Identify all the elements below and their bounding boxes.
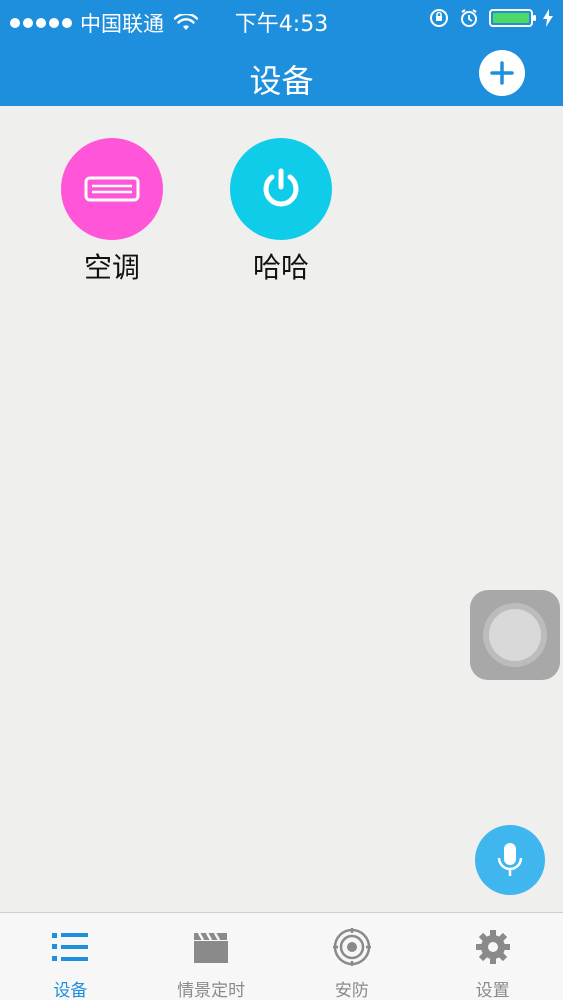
- device-item-power[interactable]: 哈哈: [230, 138, 332, 286]
- battery-icon: [489, 9, 536, 27]
- list-icon: [52, 932, 89, 961]
- tab-label: 情景定时: [177, 981, 246, 1000]
- tab-label: 设备: [53, 981, 88, 1000]
- charging-icon: [543, 9, 553, 27]
- device-icon-circle: [230, 138, 332, 240]
- rotation-lock-icon: [430, 9, 448, 27]
- add-device-button[interactable]: [479, 50, 525, 96]
- microphone-icon: [497, 843, 523, 876]
- header: 中国联通 下午4:53 设备: [0, 0, 563, 106]
- voice-button[interactable]: [475, 825, 545, 895]
- gear-icon: [475, 929, 510, 964]
- status-bar: 中国联通 下午4:53: [0, 0, 563, 40]
- assistive-touch-icon: [489, 609, 541, 661]
- power-icon: [263, 168, 299, 207]
- plus-icon: [490, 61, 514, 85]
- tab-security[interactable]: 安防: [282, 913, 423, 1000]
- device-screen: 中国联通 下午4:53 设备 空调 哈哈 设备 情景定时 安防 设置: [0, 0, 563, 1000]
- clapperboard-icon: [194, 931, 229, 963]
- tab-scene-timer[interactable]: 情景定时: [141, 913, 282, 1000]
- status-right: [429, 8, 553, 28]
- device-icon-circle: [61, 138, 163, 240]
- air-conditioner-icon: [84, 176, 140, 202]
- tab-devices[interactable]: 设备: [0, 913, 141, 1000]
- alarm-icon: [461, 9, 477, 27]
- device-label: 空调: [83, 251, 140, 284]
- tab-label: 设置: [475, 981, 510, 1000]
- page-title: 设备: [249, 62, 314, 100]
- assistive-touch-button[interactable]: [470, 590, 560, 680]
- tab-bar: 设备 情景定时 安防 设置: [0, 912, 563, 1000]
- device-label: 哈哈: [252, 251, 309, 284]
- device-item-air-conditioner[interactable]: 空调: [61, 138, 163, 286]
- security-icon: [332, 927, 371, 966]
- tab-label: 安防: [334, 981, 369, 1000]
- tab-settings[interactable]: 设置: [422, 913, 563, 1000]
